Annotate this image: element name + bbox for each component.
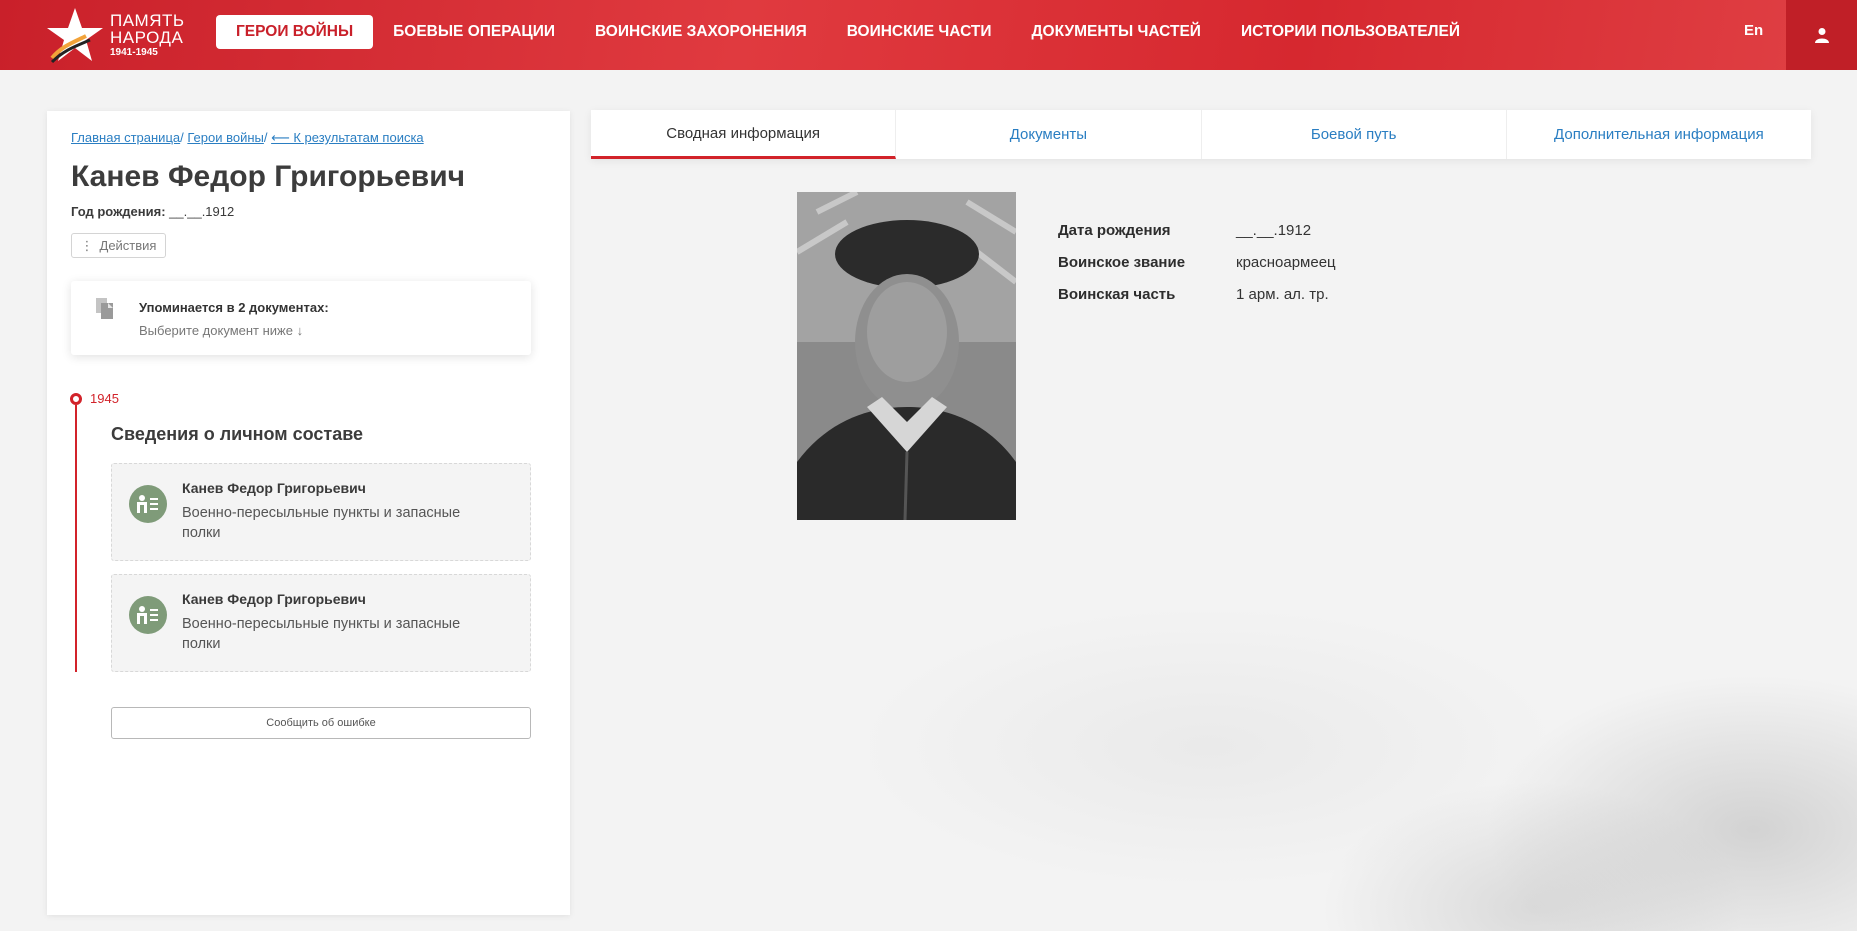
actions-button[interactable]: ⋮ Действия xyxy=(71,233,166,258)
main-nav: Герои войны Боевые операции Воинские зах… xyxy=(216,15,1480,49)
summary-info-table: Дата рождения __.__.1912 Воинское звание… xyxy=(1058,222,1336,318)
nav-heroes[interactable]: Герои войны xyxy=(216,15,374,49)
breadcrumb: Главная страница/ Герои войны/ ⟵ К резул… xyxy=(71,130,424,146)
info-value: __.__.1912 xyxy=(1236,222,1312,239)
language-switch[interactable]: En xyxy=(1744,22,1763,39)
site-header: ПАМЯТЬ НАРОДА 1941-1945 Герои войны Боев… xyxy=(0,0,1857,70)
record-description: Военно-пересыльные пункты и запасные пол… xyxy=(182,505,461,541)
timeline-year: 1945 xyxy=(90,391,119,406)
nav-units[interactable]: Воинские части xyxy=(827,15,1012,49)
nav-user-stories[interactable]: Истории пользователей xyxy=(1221,15,1480,49)
documents-hint: Выберите документ ниже ↓ xyxy=(139,323,304,338)
person-sidebar: Главная страница/ Герои войны/ ⟵ К резул… xyxy=(47,111,570,915)
personnel-record-icon xyxy=(129,485,167,523)
timeline-line xyxy=(75,405,77,672)
section-title: Сведения о личном составе xyxy=(111,424,364,444)
info-value: красноармеец xyxy=(1236,254,1336,271)
documents-count-title: Упоминается в 2 документах: xyxy=(139,300,329,315)
info-row-unit: Воинская часть 1 арм. ал. тр. xyxy=(1058,286,1336,318)
logo-line2: НАРОДА xyxy=(110,28,184,47)
info-value: 1 арм. ал. тр. xyxy=(1236,286,1329,303)
logo-text: ПАМЯТЬ НАРОДА 1941-1945 xyxy=(110,12,185,58)
breadcrumb-heroes[interactable]: Герои войны xyxy=(187,130,264,145)
nav-operations[interactable]: Боевые операции xyxy=(373,15,575,49)
info-row-rank: Воинское звание красноармеец xyxy=(1058,254,1336,286)
nav-unit-documents[interactable]: Документы частей xyxy=(1012,15,1221,49)
actions-label: Действия xyxy=(99,238,157,253)
document-record-card[interactable]: Канев Федор Григорьевич Военно-пересыльн… xyxy=(111,463,531,561)
info-label: Дата рождения xyxy=(1058,222,1171,239)
report-error-button[interactable]: Сообщить об ошибке xyxy=(111,707,531,739)
nav-burials[interactable]: Воинские захоронения xyxy=(575,15,827,49)
documents-icon xyxy=(96,298,113,319)
breadcrumb-home[interactable]: Главная страница xyxy=(71,130,180,145)
user-icon xyxy=(1814,28,1829,43)
info-label: Воинская часть xyxy=(1058,286,1176,303)
tab-documents[interactable]: Документы xyxy=(896,110,1202,159)
tab-combat-path[interactable]: Боевой путь xyxy=(1202,110,1507,159)
documents-mention-card: Упоминается в 2 документах: Выберите док… xyxy=(71,281,531,355)
birth-label: Год рождения: xyxy=(71,204,166,219)
record-name: Канев Федор Григорьевич xyxy=(182,480,366,496)
person-tabs: Сводная информация Документы Боевой путь… xyxy=(591,110,1811,159)
person-name: Канев Федор Григорьевич xyxy=(71,160,466,193)
back-to-results-link[interactable]: ⟵ К результатам поиска xyxy=(271,130,424,145)
person-photo[interactable] xyxy=(797,192,1016,520)
tab-additional-info[interactable]: Дополнительная информация xyxy=(1507,110,1811,159)
star-logo-icon xyxy=(47,8,103,64)
logo-years: 1941-1945 xyxy=(110,47,158,58)
personnel-record-icon xyxy=(129,596,167,634)
tab-summary[interactable]: Сводная информация xyxy=(591,110,897,159)
site-logo[interactable]: ПАМЯТЬ НАРОДА 1941-1945 xyxy=(44,6,204,64)
record-name: Канев Федор Григорьевич xyxy=(182,591,366,607)
timeline-dot xyxy=(70,393,82,405)
birth-value: __.__.1912 xyxy=(169,204,235,219)
vertical-dots-icon: ⋮ xyxy=(80,237,94,253)
logo-line1: ПАМЯТЬ xyxy=(110,11,185,30)
birth-year: Год рождения: __.__.1912 xyxy=(71,204,234,219)
background-decoration xyxy=(560,470,1857,931)
info-row-birth-date: Дата рождения __.__.1912 xyxy=(1058,222,1336,254)
info-label: Воинское звание xyxy=(1058,254,1186,271)
record-description: Военно-пересыльные пункты и запасные пол… xyxy=(182,616,461,652)
portrait-photo-image xyxy=(797,192,1016,520)
user-button[interactable] xyxy=(1786,0,1857,70)
document-record-card[interactable]: Канев Федор Григорьевич Военно-пересыльн… xyxy=(111,574,531,672)
